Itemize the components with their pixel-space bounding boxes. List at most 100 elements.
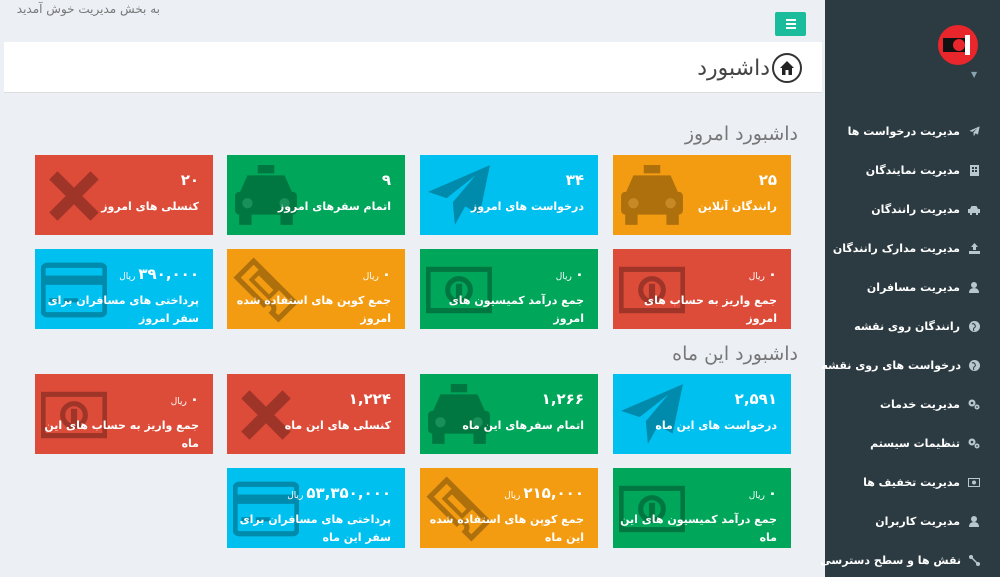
sidebar-item-label: تنظیمات سیستم [870,437,960,450]
tile-month-coupons[interactable]: ۲۱۵,۰۰۰ریال جمع کوپن های استفاده شده این… [420,468,598,548]
paper-plane-icon [619,382,685,448]
amount: ۲۱۵,۰۰۰ [523,484,584,502]
sidebar-item-driver-documents[interactable]: مدیریت مدارک رانندگان [825,229,1000,268]
sidebar-item-label: درخواست های روی نقشه [821,359,961,372]
currency-label: ریال [119,272,136,282]
currency-label: ریال [287,491,304,501]
gears-icon [968,438,980,450]
globe-icon [969,360,980,372]
amount: ۳۹۰,۰۰۰ [138,265,199,283]
x-icon [41,163,107,229]
gears-icon [968,399,980,411]
sidebar-menu: مدیریت درخواست ها مدیریت نمایندگان مدیری… [820,112,1000,577]
tile-value: ۰ریال [556,265,584,283]
page-title: داشبورد [697,56,770,81]
car-icon [968,204,980,216]
amount: ۰ [574,265,584,283]
tile-today-deposits[interactable]: ۰ریال جمع واریز به حساب های امروز [613,249,791,329]
sidebar-item-passengers[interactable]: مدیریت مسافران [825,268,1000,307]
tile-value: ۰ریال [363,265,391,283]
sidebar-item-agents[interactable]: مدیریت نمایندگان [825,151,1000,190]
tile-month-deposits[interactable]: ۰ریال جمع واریز به حساب های این ماه [35,374,213,454]
tile-value: ۱,۲۶۶ [541,390,584,408]
tile-value: ۲۵ [758,171,777,189]
sidebar-item-label: مدیریت تخفیف ها [863,476,960,489]
logo-icon[interactable] [937,24,979,66]
tile-label: جمع درآمد کمیسیون های امروز [448,294,584,325]
taxi-icon [619,163,685,229]
tile-label: اتمام سفرهای امروز [277,200,391,213]
sidebar-item-requests[interactable]: مدیریت درخواست ها [825,112,1000,151]
sidebar-item-discounts[interactable]: مدیریت تخفیف ها [825,463,1000,502]
tile-value: ۰ریال [749,265,777,283]
tile-value: ۱,۲۲۴ [348,390,391,408]
tile-month-trips-done[interactable]: ۱,۲۶۶ اتمام سفرهای این ماه [420,374,598,454]
tile-value: ۵۳,۳۵۰,۰۰۰ریال [287,484,391,502]
sidebar: ▼ مدیریت درخواست ها مدیریت نمایندگان مدی… [820,0,1000,577]
tile-today-coupons[interactable]: ۰ریال جمع کوپن های استفاده شده امروز [227,249,405,329]
tile-month-requests[interactable]: ۲,۵۹۱ درخواست های این ماه [613,374,791,454]
tile-label: جمع واریز به حساب های این ماه [44,419,199,450]
currency-label: ریال [504,491,521,501]
sidebar-item-settings[interactable]: تنظیمات سیستم [825,424,1000,463]
home-icon[interactable] [772,53,802,83]
menu-bar [785,19,796,21]
money-icon [968,477,980,489]
tile-label: رانندگان آنلاین [697,200,777,213]
caret-down-icon[interactable]: ▼ [971,70,977,79]
sidebar-item-drivers-map[interactable]: رانندگان روی نقشه [825,307,1000,346]
welcome-text: به بخش مدیریت خوش آمدید [16,2,160,16]
paper-plane-icon [968,126,980,138]
tile-label: پرداختی های مسافران برای سفر امروز [47,294,199,325]
sidebar-item-drivers[interactable]: مدیریت رانندگان [825,190,1000,229]
tile-label: جمع کوپن های استفاده شده امروز [236,294,391,325]
upload-icon [968,243,980,255]
section-title-month: داشبورد این ماه [672,343,798,365]
menu-bar [785,23,796,25]
tile-value: ۹ [381,171,391,189]
currency-label: ریال [748,491,765,501]
tile-today-payments[interactable]: ۳۹۰,۰۰۰ریال پرداختی های مسافران برای سفر… [35,249,213,329]
tile-label: جمع کوپن های استفاده شده این ماه [429,513,584,544]
tile-month-commission[interactable]: ۰ریال جمع درآمد کمیسیون های این ماه [613,468,791,548]
tile-today-trips-done[interactable]: ۹ اتمام سفرهای امروز [227,155,405,235]
sidebar-item-label: مدیریت مدارک رانندگان [832,242,960,255]
tile-label: جمع واریز به حساب های امروز [644,294,777,325]
sidebar-item-label: مدیریت کاربران [875,515,960,528]
currency-label: ریال [362,272,379,282]
tile-label: پرداختی های مسافران برای سفر این ماه [239,513,391,544]
currency-label: ریال [555,272,572,282]
tile-value: ۳۹۰,۰۰۰ریال [119,265,199,283]
sidebar-item-roles[interactable]: نقش ها و سطح دسترسی [820,541,1000,577]
tile-value: ۰ریال [749,484,777,502]
sidebar-item-label: مدیریت درخواست ها [847,125,960,138]
tile-month-cancels[interactable]: ۱,۲۲۴ کنسلی های این ماه [227,374,405,454]
tile-value: ۲۰ [180,171,199,189]
amount: ۵۳,۳۵۰,۰۰۰ [306,484,391,502]
tile-month-payments[interactable]: ۵۳,۳۵۰,۰۰۰ریال پرداختی های مسافران برای … [227,468,405,548]
user-icon [968,516,980,528]
tile-value: ۰ریال [171,390,199,408]
connection-icon [969,555,980,567]
tile-drivers-online[interactable]: ۲۵ رانندگان آنلاین [613,155,791,235]
sidebar-item-users[interactable]: مدیریت کاربران [825,502,1000,541]
sidebar-item-services[interactable]: مدیریت خدمات [825,385,1000,424]
sidebar-toggle-button[interactable] [775,12,806,36]
taxi-icon [426,382,492,448]
tile-label: کنسلی های این ماه [284,419,391,432]
amount: ۰ [189,390,199,408]
section-title-today: داشبورد امروز [684,123,798,145]
amount: ۰ [767,265,777,283]
taxi-icon [233,163,299,229]
globe-icon [968,321,980,333]
amount: ۰ [381,265,391,283]
x-icon [233,382,299,448]
sidebar-item-requests-map[interactable]: درخواست های روی نقشه [821,346,1000,385]
tile-today-commission[interactable]: ۰ریال جمع درآمد کمیسیون های امروز [420,249,598,329]
tile-today-cancels[interactable]: ۲۰ کنسلی های امروز [35,155,213,235]
tile-today-requests[interactable]: ۳۴ درخواست های امروز [420,155,598,235]
tile-label: درخواست های امروز [470,200,584,213]
tile-label: درخواست های این ماه [655,419,777,432]
tile-value: ۳۴ [565,171,584,189]
sidebar-item-label: مدیریت مسافران [866,281,960,294]
